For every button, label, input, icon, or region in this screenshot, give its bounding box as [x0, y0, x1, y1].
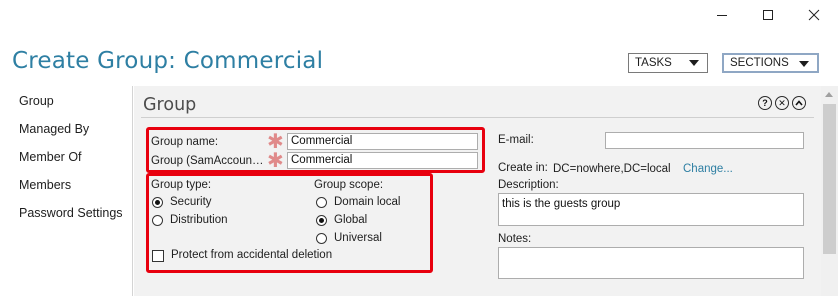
close-window-button[interactable]: [804, 6, 824, 24]
chevron-down-icon: [689, 60, 699, 66]
email-label: E-mail:: [498, 134, 534, 146]
chevron-down-icon: [799, 61, 809, 67]
description-textarea[interactable]: this is the guests group: [498, 193, 804, 226]
name-fields-highlight: [146, 127, 485, 173]
sidebar-item-password-settings[interactable]: Password Settings: [19, 206, 123, 220]
sidebar-item-members[interactable]: Members: [19, 178, 71, 192]
tasks-label: TASKS: [635, 57, 672, 69]
sidebar-item-managed-by[interactable]: Managed By: [19, 122, 89, 136]
sidebar: Group Managed By Member Of Members Passw…: [0, 86, 133, 296]
section-divider: [141, 117, 814, 118]
create-in-value: DC=nowhere,DC=local: [553, 163, 671, 175]
sidebar-item-member-of[interactable]: Member Of: [19, 150, 82, 164]
close-section-icon[interactable]: ✕: [775, 96, 789, 110]
type-scope-highlight: [146, 173, 433, 273]
sidebar-item-group[interactable]: Group: [19, 94, 54, 108]
section-controls: ? ✕: [758, 96, 806, 110]
vertical-scrollbar[interactable]: [821, 86, 838, 296]
email-input[interactable]: [605, 132, 804, 149]
group-section-panel: Group ? ✕ Group name: ✱ Commercial Group…: [134, 86, 821, 296]
minimize-icon: [717, 15, 727, 16]
scroll-thumb[interactable]: [823, 104, 836, 254]
sections-dropdown[interactable]: SECTIONS: [722, 53, 819, 73]
page-title: Create Group: Commercial: [12, 48, 324, 74]
collapse-icon[interactable]: [792, 96, 806, 110]
notes-textarea[interactable]: [498, 247, 804, 279]
section-title: Group: [143, 95, 197, 115]
create-in-label: Create in:: [498, 162, 548, 174]
minimize-button[interactable]: [712, 6, 732, 24]
notes-label: Notes:: [498, 233, 532, 245]
help-icon[interactable]: ?: [758, 96, 772, 110]
change-link[interactable]: Change...: [683, 163, 733, 175]
description-label: Description:: [498, 179, 559, 191]
maximize-button[interactable]: [758, 6, 778, 24]
scroll-up-icon[interactable]: [825, 92, 833, 97]
maximize-icon: [763, 10, 773, 20]
close-icon: [808, 9, 820, 21]
tasks-dropdown[interactable]: TASKS: [628, 53, 708, 73]
sections-label: SECTIONS: [730, 57, 789, 69]
